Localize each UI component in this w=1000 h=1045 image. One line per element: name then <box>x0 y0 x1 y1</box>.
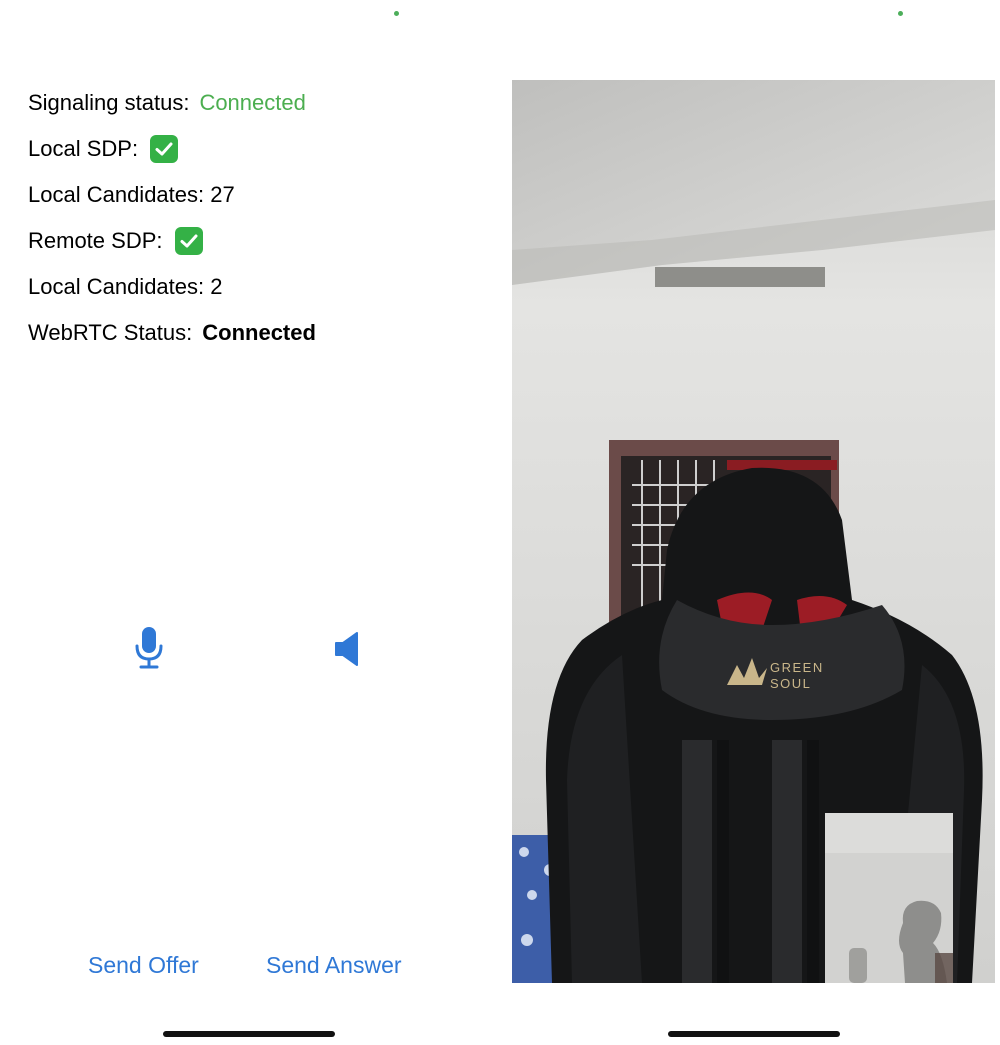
home-indicator[interactable] <box>163 1031 335 1037</box>
remote-candidates-label: Local Candidates: 2 <box>28 274 223 299</box>
signaling-status-row: Signaling status: Connected <box>28 80 468 126</box>
home-indicator[interactable] <box>668 1031 840 1037</box>
checkmark-icon <box>150 135 179 163</box>
checkmark-icon <box>174 227 203 255</box>
connection-info-list: Signaling status: Connected Local SDP: L… <box>28 80 468 356</box>
send-offer-button[interactable]: Send Offer <box>88 952 199 979</box>
chair-logo-line1: GREEN <box>770 660 824 675</box>
webrtc-status-row: WebRTC Status: Connected <box>28 310 468 356</box>
webrtc-status-label: WebRTC Status: <box>28 320 193 345</box>
microphone-icon[interactable] <box>134 626 164 675</box>
local-candidates-row: Local Candidates: 27 <box>28 172 468 218</box>
signaling-status-value: Connected <box>199 90 306 115</box>
remote-candidates-row: Local Candidates: 2 <box>28 264 468 310</box>
remote-sdp-label: Remote SDP: <box>28 228 163 253</box>
signaling-status-label: Signaling status: <box>28 90 190 115</box>
local-video-frame <box>825 813 953 983</box>
remote-sdp-row: Remote SDP: <box>28 218 468 264</box>
send-answer-button[interactable]: Send Answer <box>266 952 402 979</box>
local-video-preview[interactable] <box>825 813 953 983</box>
left-phone-screen: Signaling status: Connected Local SDP: L… <box>0 0 500 1045</box>
local-candidates-label: Local Candidates: 27 <box>28 182 235 207</box>
webrtc-status-value: Connected <box>202 320 316 345</box>
speaker-icon[interactable] <box>334 631 360 672</box>
local-sdp-row: Local SDP: <box>28 126 468 172</box>
chair-logo-line2: SOUL <box>770 676 811 691</box>
local-sdp-label: Local SDP: <box>28 136 139 161</box>
